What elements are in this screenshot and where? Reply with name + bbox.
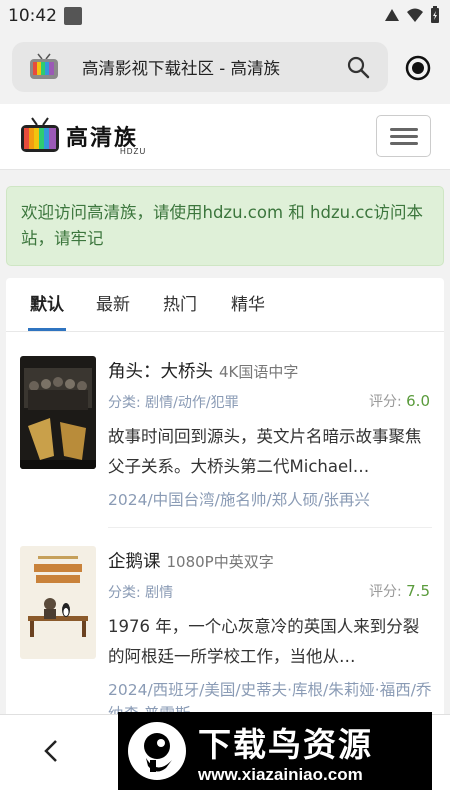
movie-score: 评分: 7.5 — [369, 581, 430, 601]
signal-icon — [385, 9, 399, 21]
page-title: 高清影视下载社区 - 高清族 — [82, 59, 280, 78]
tv-favicon-icon — [30, 53, 58, 79]
movie-category[interactable]: 分类: 剧情 — [108, 582, 173, 602]
movie-title[interactable]: 角头：大桥头 4K国语中字 — [108, 358, 298, 383]
menu-line — [390, 128, 418, 131]
score-value: 7.5 — [406, 582, 430, 600]
movie-meta[interactable]: 2024/中国台湾/施名帅/郑人硕/张再兴 — [108, 488, 432, 512]
bird-logo-icon — [128, 722, 186, 780]
movie-title-text[interactable]: 企鹅课 — [108, 552, 161, 572]
movie-poster[interactable] — [20, 546, 96, 659]
movie-quality-tag: 4K国语中字 — [219, 363, 299, 381]
tab-hot[interactable]: 热门 — [163, 290, 197, 315]
tv-logo-icon[interactable] — [20, 116, 60, 154]
web-page: 高清族 HDZU 欢迎访问高清族，请使用hdzu.com 和 hdzu.cc访问… — [0, 104, 450, 714]
movie-title-text[interactable]: 角头：大桥头 — [108, 362, 213, 382]
status-icons — [384, 6, 440, 24]
movie-poster[interactable] — [20, 356, 96, 469]
watermark-banner: 下载鸟资源 www.xiazainiao.com — [118, 712, 432, 790]
record-icon[interactable] — [404, 54, 432, 82]
wifi-icon — [407, 8, 423, 22]
notification-icon — [64, 7, 82, 25]
score-label: 评分: — [368, 394, 402, 410]
active-tab-indicator — [28, 328, 66, 331]
divider — [108, 527, 432, 528]
hamburger-menu-button[interactable] — [376, 115, 431, 157]
battery-icon — [431, 6, 439, 23]
movie-title[interactable]: 企鹅课 1080P中英双字 — [108, 548, 274, 573]
watermark-title: 下载鸟资源 — [198, 725, 373, 764]
movie-score: 评分: 6.0 — [369, 391, 430, 411]
movie-meta[interactable]: 2024/西班牙/美国/史蒂夫·库根/朱莉娅·福西/乔纳森·普雷斯 — [108, 678, 432, 714]
search-icon[interactable] — [346, 55, 370, 79]
movie-quality-tag: 1080P中英双字 — [166, 553, 274, 571]
status-bar: 10:42 — [0, 0, 450, 32]
site-logo-sub: HDZU — [120, 147, 147, 156]
welcome-notice: 欢迎访问高清族，请使用hdzu.com 和 hdzu.cc访问本站，请牢记 — [6, 186, 444, 266]
movie-list-card: 默认 最新 热门 精华 角头：大桥头 4K国语中字 分类: 剧情/动作/犯罪 评… — [6, 278, 444, 714]
sort-tabs: 默认 最新 热门 精华 — [6, 278, 444, 332]
tab-latest[interactable]: 最新 — [96, 290, 130, 315]
score-label: 评分: — [368, 584, 402, 600]
movie-description: 1976 年，一个心灰意冷的英国人来到分裂的阿根廷一所学校工作，当他从… — [108, 617, 420, 666]
movie-item[interactable]: 企鹅课 1080P中英双字 分类: 剧情 评分: 7.5 1976 年，一个心灰意… — [6, 546, 444, 714]
tab-default[interactable]: 默认 — [30, 290, 64, 315]
movie-item[interactable]: 角头：大桥头 4K国语中字 分类: 剧情/动作/犯罪 评分: 6.0 故事时间回到… — [6, 356, 444, 536]
site-navbar: 高清族 HDZU — [0, 104, 450, 170]
score-value: 6.0 — [406, 392, 430, 410]
movie-description: 故事时间回到源头，英文片名暗示故事聚焦父子关系。大桥头第二代Michael… — [108, 427, 422, 476]
status-time: 10:42 — [8, 6, 57, 26]
address-bar[interactable]: 高清影视下载社区 - 高清族 — [12, 42, 388, 92]
tab-featured[interactable]: 精华 — [231, 290, 265, 315]
movie-category[interactable]: 分类: 剧情/动作/犯罪 — [108, 392, 239, 412]
back-arrow-icon[interactable] — [40, 737, 64, 765]
watermark-url: www.xiazainiao.com — [198, 765, 363, 784]
menu-line — [390, 142, 418, 145]
menu-line — [390, 135, 418, 138]
